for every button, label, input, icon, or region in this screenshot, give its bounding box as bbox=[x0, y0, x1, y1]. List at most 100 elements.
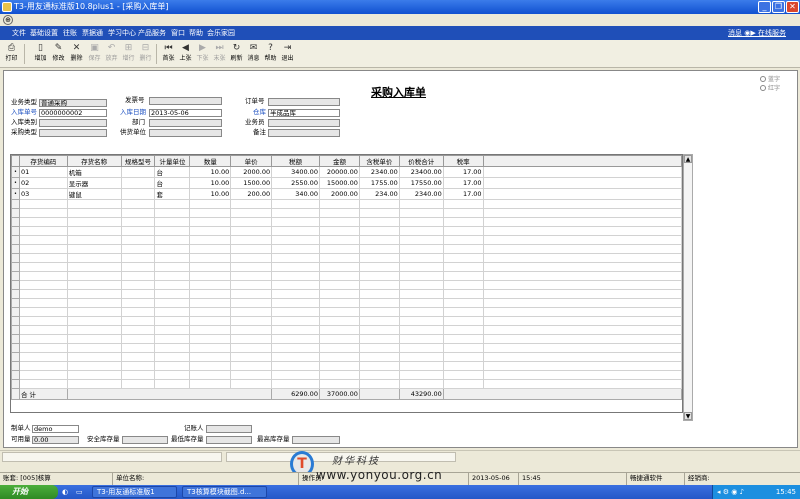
cell-tax-price[interactable] bbox=[358, 235, 400, 245]
cell-qty[interactable] bbox=[189, 271, 232, 281]
cell-amount[interactable] bbox=[318, 271, 360, 281]
cell-tax-price[interactable]: 234.00 bbox=[358, 188, 400, 200]
cell-tax[interactable] bbox=[271, 226, 320, 236]
cell-tax-price[interactable] bbox=[358, 253, 400, 263]
cell-tax-total[interactable] bbox=[398, 343, 444, 353]
cell-amount[interactable] bbox=[318, 379, 360, 389]
cell-price[interactable] bbox=[230, 235, 273, 245]
cell-price[interactable] bbox=[230, 343, 273, 353]
cell-tax-price[interactable] bbox=[358, 298, 400, 308]
cell-qty[interactable] bbox=[189, 262, 232, 272]
table-row[interactable] bbox=[11, 325, 682, 335]
col-unit[interactable]: 计量单位 bbox=[154, 155, 191, 167]
row-header[interactable] bbox=[11, 361, 20, 371]
cell-unit[interactable] bbox=[154, 253, 191, 263]
cell-spec[interactable] bbox=[120, 226, 156, 236]
cell-tax-rate[interactable] bbox=[442, 352, 484, 362]
cell-tax-price[interactable] bbox=[358, 289, 400, 299]
cell-price[interactable] bbox=[230, 244, 273, 254]
cell-tax-total[interactable]: 17550.00 bbox=[398, 177, 444, 189]
cell-tax[interactable] bbox=[271, 298, 320, 308]
cell-price[interactable] bbox=[230, 199, 273, 209]
row-header[interactable] bbox=[11, 325, 20, 335]
cell-amount[interactable] bbox=[318, 343, 360, 353]
cell-name[interactable] bbox=[66, 280, 122, 290]
cell-amount[interactable]: 2000.00 bbox=[318, 188, 360, 200]
abandon-button[interactable]: ↶ 放弃 bbox=[103, 42, 120, 66]
cell-code[interactable] bbox=[18, 271, 68, 281]
cell-tax[interactable] bbox=[271, 379, 320, 389]
cell-unit[interactable] bbox=[154, 379, 191, 389]
cell-unit[interactable] bbox=[154, 235, 191, 245]
cell-code[interactable] bbox=[18, 316, 68, 326]
table-row[interactable] bbox=[11, 316, 682, 326]
cell-code[interactable] bbox=[18, 325, 68, 335]
cell-name[interactable] bbox=[66, 334, 122, 344]
table-row[interactable] bbox=[11, 235, 682, 245]
menu-window[interactable]: 窗口 bbox=[171, 26, 185, 40]
cell-amount[interactable] bbox=[318, 289, 360, 299]
max-stock-field[interactable] bbox=[292, 436, 340, 444]
table-row[interactable] bbox=[11, 280, 682, 290]
cell-tax-rate[interactable] bbox=[442, 208, 484, 218]
cell-qty[interactable] bbox=[189, 280, 232, 290]
cell-tax-total[interactable] bbox=[398, 316, 444, 326]
save-button[interactable]: ▣ 保存 bbox=[86, 42, 103, 66]
scroll-down-icon[interactable]: ▼ bbox=[684, 412, 692, 420]
cell-name[interactable] bbox=[66, 271, 122, 281]
vertical-scrollbar[interactable]: ▲ ▼ bbox=[683, 154, 693, 421]
cell-name[interactable]: 显示器 bbox=[66, 177, 122, 189]
cell-tax-price[interactable] bbox=[358, 379, 400, 389]
cell-price[interactable]: 2000.00 bbox=[230, 166, 273, 178]
cell-unit[interactable] bbox=[154, 343, 191, 353]
warehouse-field[interactable]: 半成品库 bbox=[268, 109, 340, 117]
cell-unit[interactable] bbox=[154, 226, 191, 236]
cell-tax[interactable] bbox=[271, 325, 320, 335]
table-row[interactable]: • 03 键鼠 套 10.00 200.00 340.00 2000.00 234.00 2340… bbox=[11, 188, 682, 200]
date-field[interactable]: 2013-05-06 bbox=[149, 109, 222, 117]
cell-tax-total[interactable] bbox=[398, 271, 444, 281]
col-amount[interactable]: 金额 bbox=[318, 155, 360, 167]
prev-button[interactable]: ◀ 上张 bbox=[177, 42, 194, 66]
cell-tax-price[interactable] bbox=[358, 217, 400, 227]
cell-amount[interactable] bbox=[318, 316, 360, 326]
cell-unit[interactable] bbox=[154, 262, 191, 272]
cell-tax-total[interactable] bbox=[398, 379, 444, 389]
cell-name[interactable] bbox=[66, 244, 122, 254]
cell-unit[interactable]: 套 bbox=[154, 188, 191, 200]
category-field[interactable] bbox=[39, 119, 107, 127]
cell-tax[interactable] bbox=[271, 370, 320, 380]
cell-tax[interactable] bbox=[271, 280, 320, 290]
cell-name[interactable] bbox=[66, 298, 122, 308]
table-row[interactable] bbox=[11, 352, 682, 362]
cell-tax-total[interactable] bbox=[398, 289, 444, 299]
cell-code[interactable] bbox=[18, 379, 68, 389]
cell-name[interactable] bbox=[66, 379, 122, 389]
dept-field[interactable] bbox=[149, 119, 222, 127]
cell-spec[interactable] bbox=[120, 352, 156, 362]
cell-unit[interactable] bbox=[154, 289, 191, 299]
row-header[interactable] bbox=[11, 334, 20, 344]
cell-unit[interactable]: 台 bbox=[154, 166, 191, 178]
cell-spec[interactable] bbox=[120, 334, 156, 344]
row-header[interactable] bbox=[11, 343, 20, 353]
cell-spec[interactable] bbox=[120, 166, 156, 178]
first-button[interactable]: ⏮ 首张 bbox=[160, 42, 177, 66]
cell-unit[interactable] bbox=[154, 244, 191, 254]
cell-price[interactable]: 1500.00 bbox=[230, 177, 273, 189]
cell-name[interactable] bbox=[66, 226, 122, 236]
cell-name[interactable]: 键鼠 bbox=[66, 188, 122, 200]
cell-price[interactable] bbox=[230, 334, 273, 344]
red-radio[interactable]: 红字 bbox=[760, 83, 780, 92]
cell-amount[interactable] bbox=[318, 280, 360, 290]
cell-code[interactable] bbox=[18, 352, 68, 362]
cell-code[interactable]: 02 bbox=[18, 177, 68, 189]
cell-price[interactable] bbox=[230, 289, 273, 299]
cell-code[interactable] bbox=[18, 217, 68, 227]
cell-name[interactable] bbox=[66, 199, 122, 209]
cell-amount[interactable] bbox=[318, 370, 360, 380]
cell-name[interactable] bbox=[66, 325, 122, 335]
cell-tax-total[interactable] bbox=[398, 334, 444, 344]
cell-price[interactable] bbox=[230, 316, 273, 326]
cell-qty[interactable] bbox=[189, 226, 232, 236]
